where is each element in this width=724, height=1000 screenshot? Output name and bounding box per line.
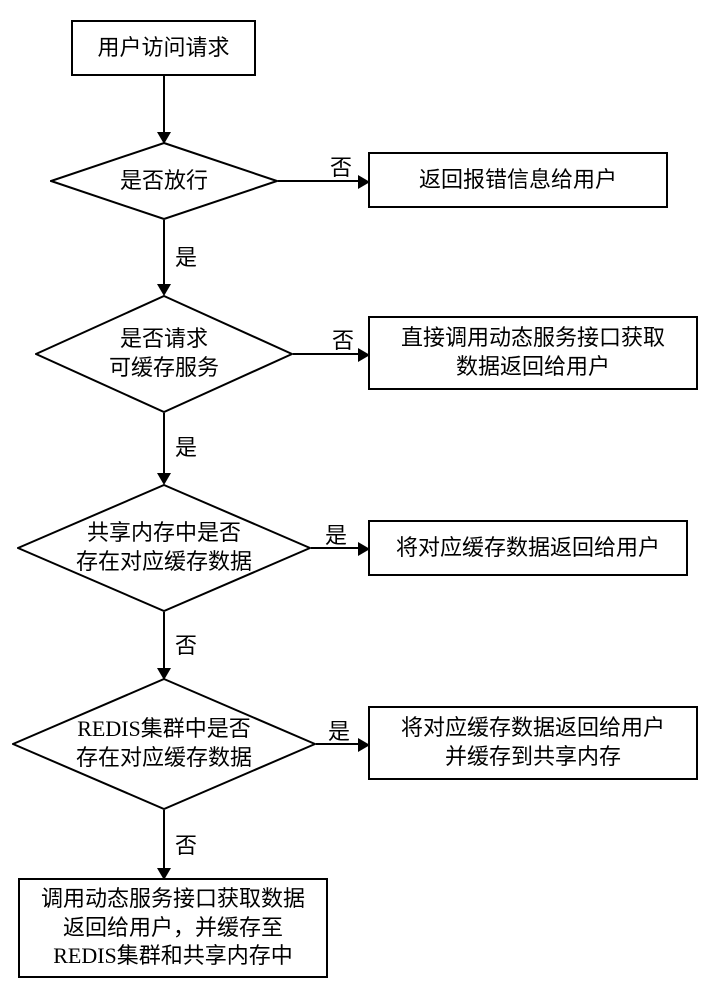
decision-shared-mem-text: 共享内存中是否 存在对应缓存数据 [76, 519, 252, 576]
decision-cacheable: 是否请求 可缓存服务 [35, 295, 293, 413]
result-dynamic-call: 直接调用动态服务接口获取 数据返回给用户 [368, 316, 698, 390]
result-error: 返回报错信息给用户 [368, 152, 668, 208]
r2-line2: 数据返回给用户 [401, 353, 665, 382]
result-return-cache-label: 将对应缓存数据返回给用户 [396, 534, 660, 563]
end-line3: REDIS集群和共享内存中 [41, 942, 305, 971]
decision-allow-label: 是否放行 [120, 167, 208, 196]
r2-line1: 直接调用动态服务接口获取 [401, 324, 665, 353]
result-redis-text: 将对应缓存数据返回给用户 并缓存到共享内存 [401, 714, 665, 771]
result-redis-cache: 将对应缓存数据返回给用户 并缓存到共享内存 [368, 706, 698, 780]
d4-line1: REDIS集群中是否 [76, 715, 252, 744]
label-d1-yes: 是 [175, 240, 197, 272]
r4-line2: 并缓存到共享内存 [401, 743, 665, 772]
d2-line1: 是否请求 [109, 325, 219, 354]
d3-line2: 存在对应缓存数据 [76, 548, 252, 577]
label-d3-no: 否 [175, 628, 197, 660]
label-d2-no: 否 [332, 323, 354, 355]
label-d1-no: 否 [330, 150, 352, 182]
end-line2: 返回给用户，并缓存至 [41, 914, 305, 943]
label-d4-yes: 是 [328, 714, 350, 746]
conn-d3-d4 [163, 612, 165, 668]
decision-shared-mem: 共享内存中是否 存在对应缓存数据 [17, 484, 311, 612]
end-line1: 调用动态服务接口获取数据 [41, 885, 305, 914]
d3-line1: 共享内存中是否 [76, 519, 252, 548]
start-node: 用户访问请求 [71, 20, 256, 76]
conn-start-d1 [163, 76, 165, 132]
label-d4-no: 否 [175, 828, 197, 860]
result-dynamic-text: 直接调用动态服务接口获取 数据返回给用户 [401, 324, 665, 381]
decision-redis-text: REDIS集群中是否 存在对应缓存数据 [76, 715, 252, 772]
result-return-cache: 将对应缓存数据返回给用户 [368, 520, 688, 576]
r4-line1: 将对应缓存数据返回给用户 [401, 714, 665, 743]
label-d3-yes: 是 [325, 518, 347, 550]
decision-allow: 是否放行 [50, 142, 278, 220]
label-d2-yes: 是 [175, 430, 197, 462]
result-error-label: 返回报错信息给用户 [419, 166, 617, 195]
conn-d2-d3 [163, 413, 165, 473]
conn-d4-end [163, 810, 165, 868]
start-label: 用户访问请求 [97, 34, 229, 63]
d4-line2: 存在对应缓存数据 [76, 744, 252, 773]
end-text: 调用动态服务接口获取数据 返回给用户，并缓存至 REDIS集群和共享内存中 [41, 885, 305, 971]
decision-redis: REDIS集群中是否 存在对应缓存数据 [12, 678, 316, 810]
conn-d1-d2 [163, 220, 165, 284]
decision-cacheable-text: 是否请求 可缓存服务 [109, 325, 219, 382]
end-node: 调用动态服务接口获取数据 返回给用户，并缓存至 REDIS集群和共享内存中 [18, 878, 328, 978]
d2-line2: 可缓存服务 [109, 354, 219, 383]
